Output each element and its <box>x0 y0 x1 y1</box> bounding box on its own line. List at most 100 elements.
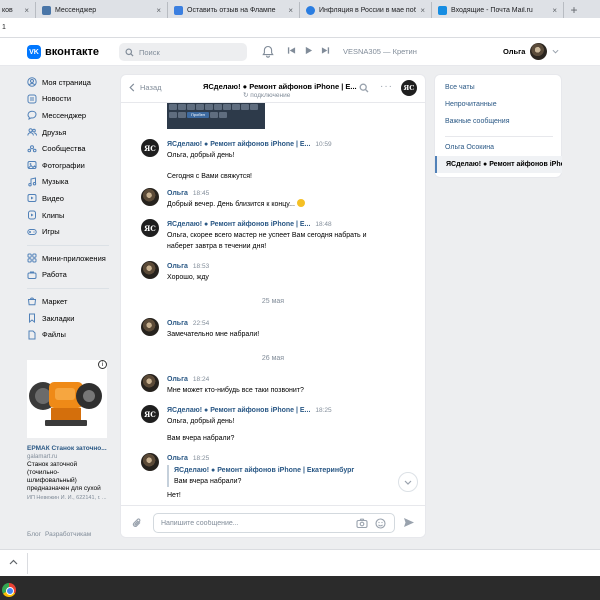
nav-work[interactable]: Работа <box>27 267 115 284</box>
filter-important[interactable]: Важные сообщения <box>445 118 510 125</box>
nav-mini-apps[interactable]: Мини-приложения <box>27 250 115 267</box>
next-track-icon[interactable] <box>321 46 330 55</box>
notifications-button[interactable] <box>262 45 274 60</box>
vk-header: VK вконтакте VESNA305 — Кретин Ольга <box>0 38 600 66</box>
avatar[interactable]: ЯС <box>141 219 159 237</box>
chat-search-button[interactable] <box>359 83 369 95</box>
footer-link-developers[interactable]: Разработчикам <box>45 531 91 538</box>
close-icon[interactable]: × <box>24 6 29 15</box>
nav-label: Музыка <box>42 177 69 187</box>
avatar[interactable]: ЯС <box>141 139 159 157</box>
browser-tab-messenger[interactable]: Мессенджер × <box>36 2 168 18</box>
browser-tab-partial[interactable]: ков × <box>0 2 36 18</box>
filter-unread[interactable]: Непрочитанные <box>445 101 497 108</box>
avatar[interactable] <box>141 188 159 206</box>
browser-tab-mail[interactable]: Входящие - Почта Mail.ru × <box>432 2 564 18</box>
vk-logo[interactable]: VK вконтакте <box>27 45 99 59</box>
panel-divider <box>445 136 553 137</box>
profile-menu[interactable]: Ольга <box>503 43 559 60</box>
keyboard-screenshot-image[interactable]: Пробел <box>167 103 265 129</box>
message-author[interactable]: Ольга <box>167 376 188 383</box>
avatar[interactable] <box>141 453 159 471</box>
message-text: Добрый вечер. День близится к концу... <box>167 201 295 208</box>
nav-news[interactable]: Новости <box>27 91 115 108</box>
tab-title: Инфляция в России в мае побила <box>319 6 416 14</box>
ad-image[interactable]: i <box>27 360 107 438</box>
nav-my-page[interactable]: Моя страница <box>27 74 115 91</box>
message-input-box[interactable] <box>153 513 395 533</box>
close-icon[interactable]: × <box>288 6 293 15</box>
message-text: Вам вчера набрали? <box>167 435 235 442</box>
chat-avatar[interactable]: ЯС <box>401 80 417 96</box>
nav-photos[interactable]: Фотографии <box>27 157 115 174</box>
recent-chat-contact[interactable]: Ольга Осокина <box>445 144 494 151</box>
browser-tab-inflation[interactable]: Инфляция в России в мае побила × <box>300 2 432 18</box>
message-input[interactable] <box>161 519 341 527</box>
emoji-button[interactable] <box>375 518 386 531</box>
chat-title[interactable]: ЯСделаю! ● Ремонт айфонов iPhone | Е... <box>203 82 357 91</box>
footer-links: Блог Разработчикам <box>27 531 91 538</box>
advertisement[interactable]: i ЕРМАК Станок заточно... galamart.ru Ст… <box>27 360 111 502</box>
scroll-down-button[interactable] <box>398 472 418 492</box>
send-button[interactable] <box>403 517 415 530</box>
message-time: 18:48 <box>315 221 332 228</box>
recent-chat-active[interactable]: ЯСделаю! ● Ремонт айфонов iPhone <box>435 156 562 173</box>
current-track[interactable]: VESNA305 — Кретин <box>343 47 417 56</box>
nav-video[interactable]: Видео <box>27 190 115 207</box>
ad-title[interactable]: ЕРМАК Станок заточно... <box>27 445 111 453</box>
avatar[interactable] <box>141 374 159 392</box>
smile-emoji-icon <box>296 199 305 207</box>
ad-text-line: Станок заточной <box>27 461 78 468</box>
message-author[interactable]: Ольга <box>167 263 188 270</box>
chrome-icon[interactable] <box>2 583 16 597</box>
close-icon[interactable]: × <box>156 6 161 15</box>
download-expand-button[interactable] <box>9 558 18 567</box>
photo-icon <box>27 160 37 170</box>
nav-files[interactable]: Файлы <box>27 326 115 343</box>
nav-divider <box>27 244 109 246</box>
message-author[interactable]: ЯСделаю! ● Ремонт айфонов iPhone | Е... <box>167 221 310 228</box>
message-author[interactable]: ЯСделаю! ● Ремонт айфонов iPhone | Е... <box>167 141 310 148</box>
new-tab-button[interactable]: + <box>564 2 584 18</box>
filter-all-chats[interactable]: Все чаты <box>445 84 475 91</box>
ad-info-button[interactable]: i <box>98 360 107 369</box>
search-box[interactable] <box>119 43 247 61</box>
nav-friends[interactable]: Друзья <box>27 124 115 141</box>
message-author[interactable]: ЯСделаю! ● Ремонт айфонов iPhone | Е... <box>167 407 310 414</box>
more-options-icon[interactable]: ··· <box>380 81 393 92</box>
message-text: Ольга, добрый день! <box>167 152 235 159</box>
avatar[interactable] <box>141 261 159 279</box>
message-time: 22:54 <box>192 320 210 327</box>
nav-communities[interactable]: Сообщества <box>27 140 115 157</box>
browser-tab-flamp[interactable]: Оставить отзыв на Флампе × <box>168 2 300 18</box>
close-icon[interactable]: × <box>420 6 425 15</box>
message-author[interactable]: Ольга <box>167 320 188 327</box>
address-text: 1 <box>2 24 6 31</box>
nav-market[interactable]: Маркет <box>27 293 115 310</box>
message-text: Хорошо, жду <box>167 274 209 281</box>
nav-bookmarks[interactable]: Закладки <box>27 310 115 327</box>
nav-label: Новости <box>42 94 72 104</box>
play-icon[interactable] <box>304 46 313 55</box>
bell-icon <box>262 45 274 58</box>
nav-music[interactable]: Музыка <box>27 174 115 191</box>
previous-track-icon[interactable] <box>287 46 296 55</box>
search-input[interactable] <box>139 47 229 57</box>
address-bar[interactable]: 1 <box>0 18 600 38</box>
reply-quote[interactable]: ЯСделаю! ● Ремонт айфонов iPhone | Екате… <box>167 465 354 487</box>
attach-button[interactable] <box>132 517 143 531</box>
back-label: Назад <box>140 83 162 92</box>
chat-panel: Назад ЯСделаю! ● Ремонт айфонов iPhone |… <box>120 74 426 538</box>
nav-games[interactable]: Игры <box>27 223 115 240</box>
nav-messenger[interactable]: Мессенджер <box>27 107 115 124</box>
message-text: Мне может кто-нибудь все таки позвонит? <box>167 387 304 394</box>
message-author[interactable]: Ольга <box>167 190 188 197</box>
camera-button[interactable] <box>356 518 368 531</box>
footer-link-blog[interactable]: Блог <box>27 531 41 538</box>
message-author[interactable]: Ольга <box>167 455 188 462</box>
avatar[interactable] <box>141 318 159 336</box>
close-icon[interactable]: × <box>552 6 557 15</box>
avatar[interactable]: ЯС <box>141 405 159 423</box>
back-button[interactable]: Назад <box>129 83 162 92</box>
nav-clips[interactable]: Клипы <box>27 207 115 224</box>
